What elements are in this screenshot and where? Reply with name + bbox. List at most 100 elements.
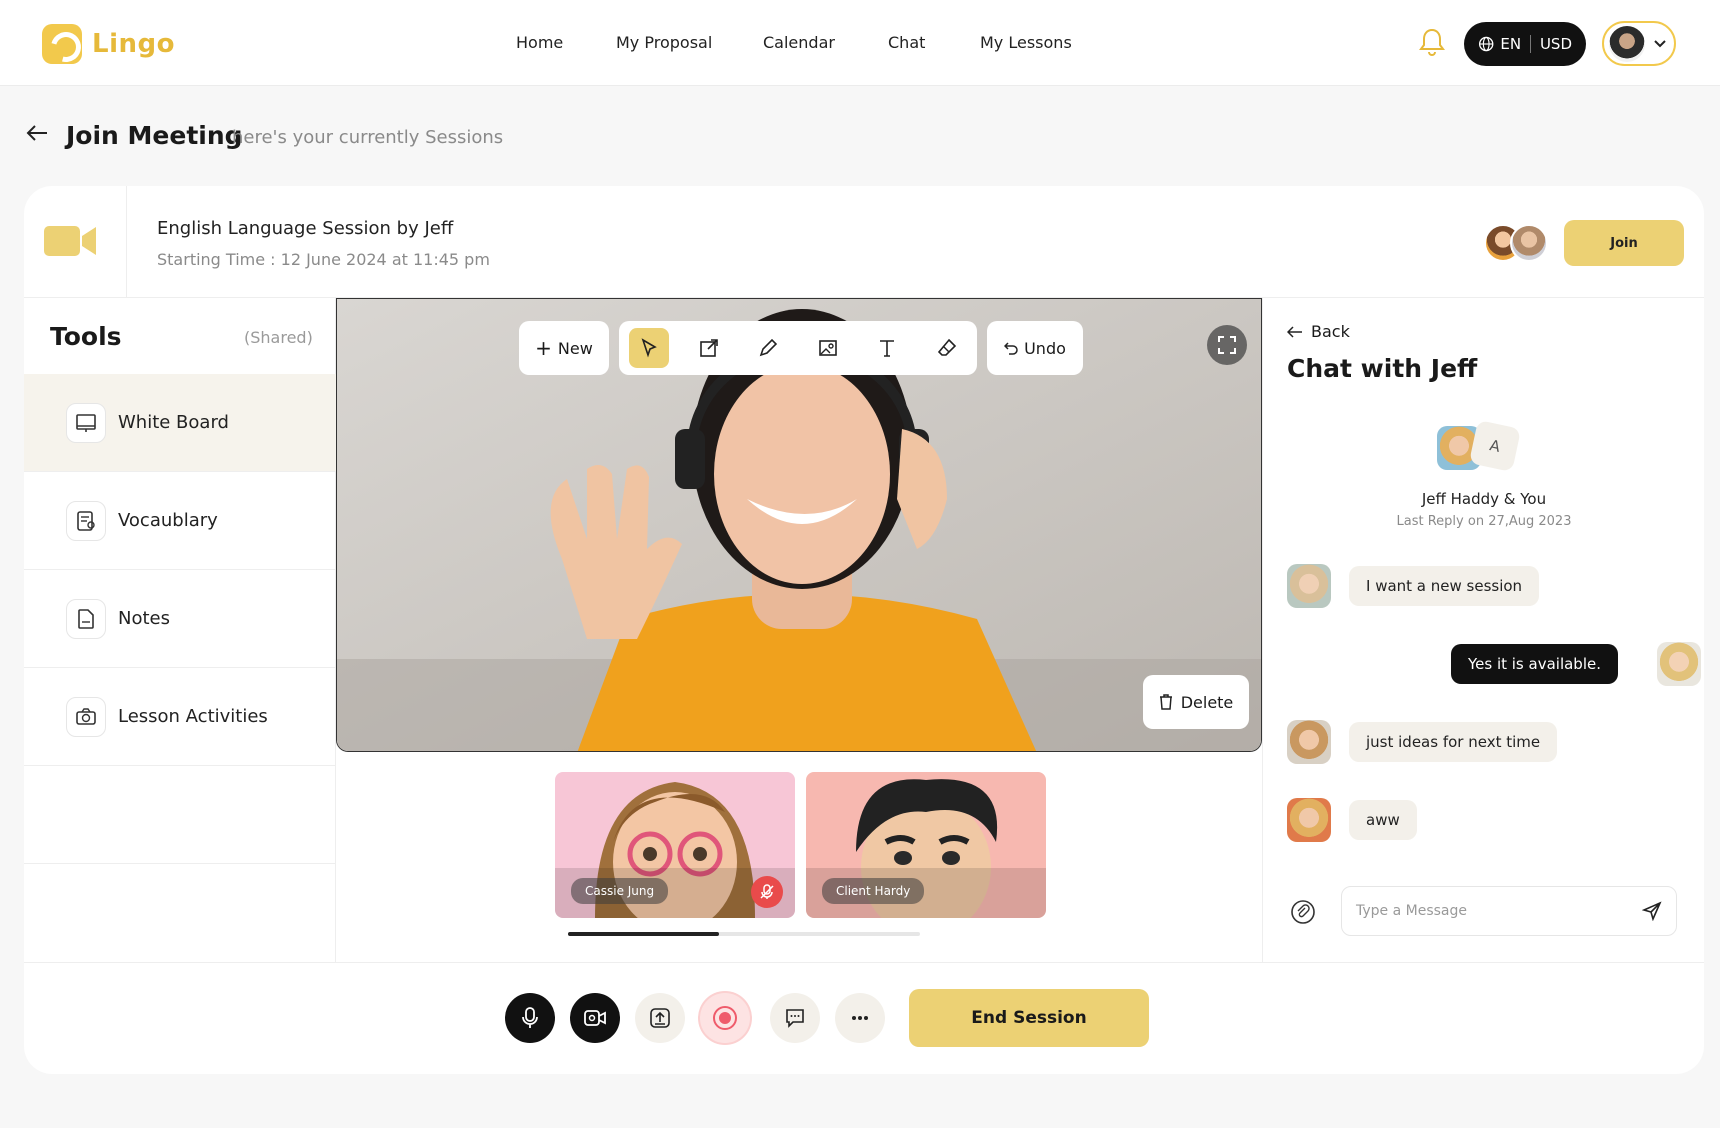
pointer-icon[interactable]	[629, 328, 669, 368]
message-avatar	[1287, 564, 1331, 608]
currency-label: USD	[1539, 35, 1572, 53]
main-video-stage[interactable]: + New Undo Delete	[336, 298, 1262, 752]
whiteboard-icon	[66, 402, 106, 443]
page-subtitle: here's your currently Sessions	[232, 127, 504, 148]
video-camera-icon	[44, 224, 98, 258]
chat-back-button[interactable]: Back	[1287, 322, 1350, 341]
attachment-icon[interactable]	[1291, 900, 1315, 928]
message-avatar	[1287, 720, 1331, 764]
tool-item-empty	[24, 766, 336, 864]
nav-link-chat[interactable]: Chat	[888, 33, 925, 52]
top-navbar: Lingo Home My Proposal Calendar Chat My …	[0, 0, 1720, 86]
resize-icon[interactable]	[689, 328, 729, 368]
participants-scrollbar[interactable]	[568, 932, 920, 936]
back-arrow-icon	[1287, 325, 1302, 338]
image-icon[interactable]	[808, 328, 848, 368]
camera-button[interactable]	[570, 993, 620, 1043]
globe-icon	[1478, 36, 1494, 52]
mic-button[interactable]	[505, 993, 555, 1043]
whiteboard-new-button[interactable]: + New	[519, 321, 609, 375]
tool-item-lesson-activities[interactable]: Lesson Activities	[24, 668, 336, 766]
trash-icon	[1159, 694, 1172, 710]
eraser-icon[interactable]	[927, 328, 967, 368]
text-icon[interactable]	[867, 328, 907, 368]
back-label: Back	[1311, 322, 1350, 341]
chat-button[interactable]	[770, 993, 820, 1043]
new-label: New	[557, 338, 593, 358]
record-button[interactable]	[700, 993, 750, 1043]
participant-name: Client Hardy	[822, 878, 925, 904]
chat-panel: Back Chat with Jeff A Jeff Haddy & You L…	[1262, 298, 1704, 962]
mic-icon	[522, 1007, 538, 1028]
pencil-icon[interactable]	[748, 328, 788, 368]
chat-participants: Jeff Haddy & You	[1421, 490, 1547, 508]
participant-tile[interactable]: Client Hardy	[806, 772, 1046, 918]
meeting-card: English Language Session by Jeff Startin…	[24, 186, 1704, 1074]
join-button[interactable]: Join	[1564, 220, 1684, 266]
end-session-button[interactable]: End Session	[909, 989, 1149, 1047]
tool-item-label: Vocaublary	[118, 510, 218, 531]
tools-title: Tools	[50, 322, 122, 351]
bell-icon[interactable]	[1418, 27, 1446, 57]
chat-last-reply: Last Reply on 27,Aug 2023	[1396, 514, 1572, 529]
share-screen-icon	[650, 1008, 670, 1028]
participant-name: Cassie Jung	[571, 878, 669, 904]
logo-icon	[42, 24, 82, 64]
session-title: English Language Session by Jeff	[157, 218, 454, 239]
language-label: EN	[1500, 35, 1522, 53]
tool-item-notes[interactable]: Notes	[24, 570, 336, 668]
share-screen-button[interactable]	[635, 993, 685, 1043]
chevron-down-icon	[1654, 39, 1666, 47]
tool-item-label: Notes	[118, 608, 170, 629]
session-header: English Language Session by Jeff Startin…	[24, 186, 1704, 298]
tool-item-label: Lesson Activities	[118, 706, 268, 727]
plus-icon: +	[535, 336, 552, 360]
tools-panel: Tools (Shared) White Board Vocaublary No…	[24, 298, 336, 962]
whiteboard-toolbar	[619, 321, 977, 375]
notes-icon	[66, 598, 106, 639]
chat-avatar-initial: A	[1468, 419, 1522, 473]
language-currency-selector[interactable]: EN USD	[1464, 22, 1586, 66]
camera-icon	[584, 1010, 606, 1026]
more-options-button[interactable]	[835, 993, 885, 1043]
tool-item-vocabulary[interactable]: Vocaublary	[24, 472, 336, 570]
nav-link-my-lessons[interactable]: My Lessons	[980, 33, 1072, 52]
nav-link-home[interactable]: Home	[516, 33, 563, 52]
record-icon	[713, 1006, 737, 1030]
divider	[126, 186, 127, 298]
delete-button[interactable]: Delete	[1143, 675, 1249, 729]
message-input-placeholder: Type a Message	[1356, 903, 1467, 919]
brand-name: Lingo	[92, 29, 175, 59]
undo-label: Undo	[1024, 338, 1066, 358]
call-controls: End Session	[24, 962, 1704, 1074]
participant-avatar	[1510, 224, 1548, 262]
nav-link-calendar[interactable]: Calendar	[763, 33, 835, 52]
tool-item-label: White Board	[118, 412, 229, 433]
brand-logo[interactable]: Lingo	[42, 24, 175, 64]
profile-menu[interactable]	[1602, 21, 1676, 66]
avatar	[1609, 25, 1645, 62]
participant-tile[interactable]: Cassie Jung	[555, 772, 795, 918]
undo-icon	[1004, 342, 1018, 355]
message-input[interactable]: Type a Message	[1341, 886, 1677, 936]
chat-bubble-icon	[786, 1009, 804, 1028]
send-icon[interactable]	[1642, 901, 1662, 921]
page-title: Join Meeting	[66, 121, 243, 150]
nav-link-my-proposal[interactable]: My Proposal	[616, 33, 712, 52]
chat-message: I want a new session	[1349, 566, 1540, 606]
more-icon	[852, 1016, 868, 1020]
lesson-activities-icon	[66, 696, 106, 737]
message-avatar	[1287, 798, 1331, 842]
undo-button[interactable]: Undo	[987, 321, 1083, 375]
tools-shared-label: (Shared)	[244, 328, 313, 347]
tool-item-white-board[interactable]: White Board	[24, 374, 336, 472]
chat-message: just ideas for next time	[1349, 722, 1558, 762]
back-arrow-icon[interactable]	[26, 124, 48, 146]
message-avatar	[1657, 642, 1701, 686]
fullscreen-icon[interactable]	[1207, 325, 1247, 365]
divider	[1530, 35, 1531, 53]
chat-message: Yes it is available.	[1450, 644, 1618, 684]
delete-label: Delete	[1180, 692, 1234, 712]
chat-message: aww	[1349, 800, 1417, 840]
scrollbar-thumb[interactable]	[568, 932, 720, 936]
